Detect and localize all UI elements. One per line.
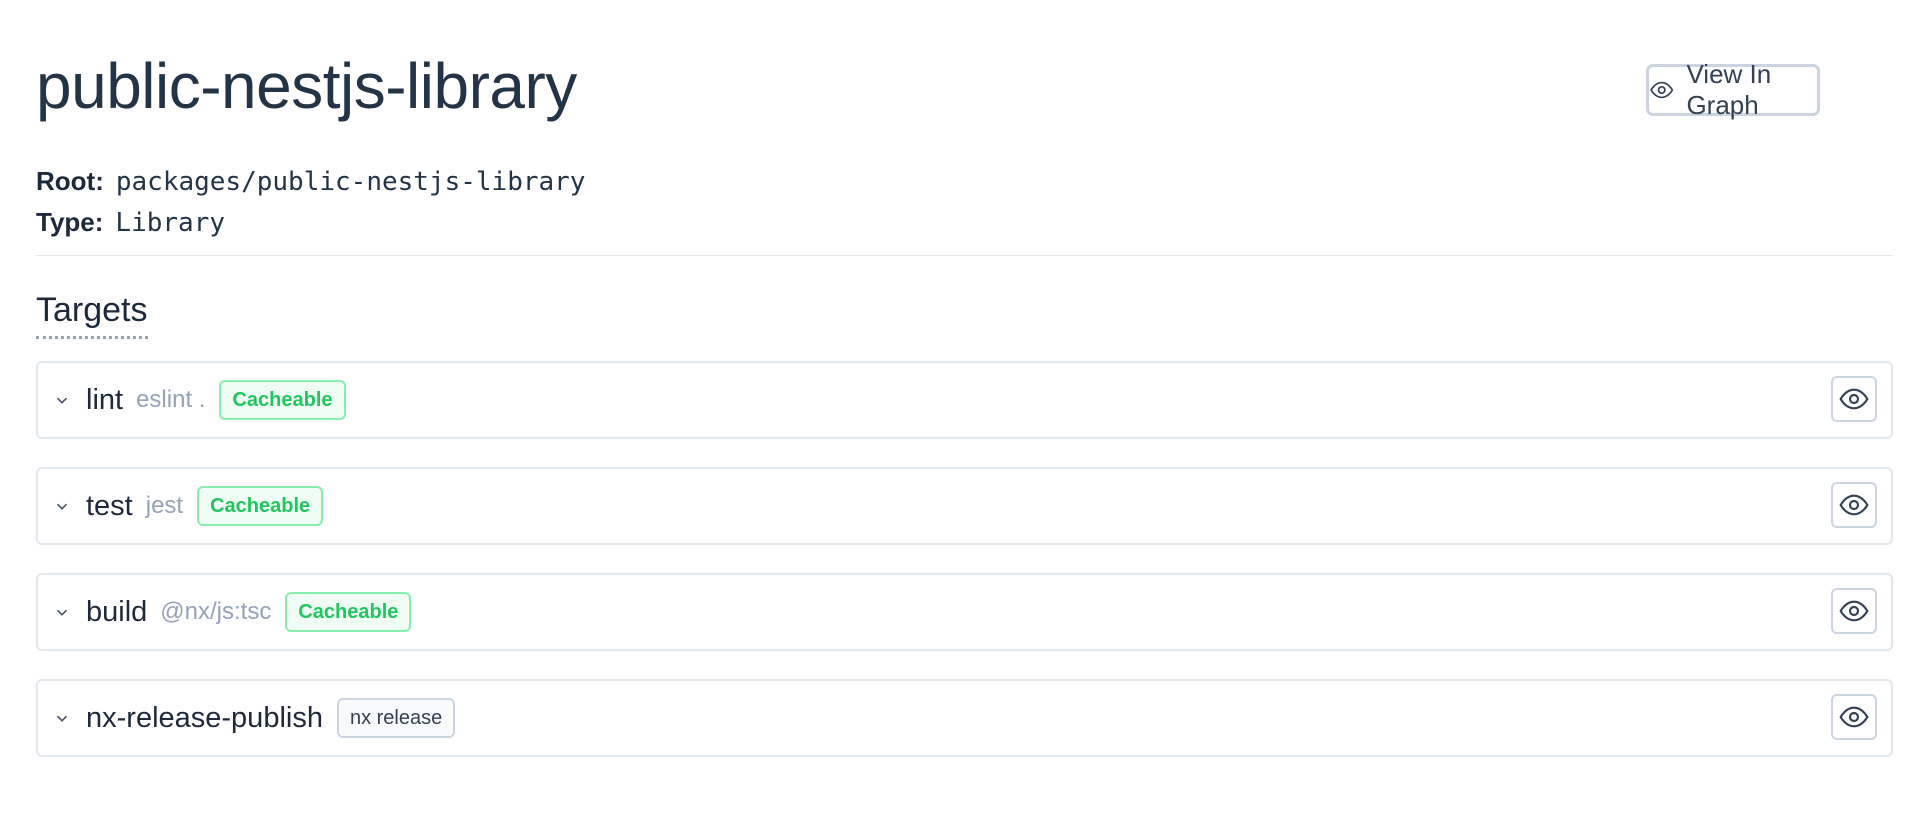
divider [36, 255, 1893, 256]
target-card-lint[interactable]: lint eslint . Cacheable [36, 361, 1893, 439]
cacheable-badge: Cacheable [197, 486, 324, 526]
target-card-test[interactable]: test jest Cacheable [36, 467, 1893, 545]
view-target-button[interactable] [1831, 376, 1877, 422]
root-value: packages/public-nestjs-library [115, 167, 586, 197]
targets-heading: Targets [36, 288, 148, 339]
target-card-build[interactable]: build @nx/js:tsc Cacheable [36, 573, 1893, 651]
chevron-down-icon[interactable] [52, 708, 72, 728]
target-command: @nx/js:tsc [160, 598, 272, 625]
eye-icon [1839, 706, 1869, 728]
target-command: jest [145, 492, 184, 519]
nx-release-badge: nx release [336, 698, 456, 738]
root-label: Root: [36, 166, 104, 196]
target-card-nx-release-publish[interactable]: nx-release-publish nx release [36, 679, 1893, 757]
eye-icon [1650, 81, 1674, 99]
type-label: Type: [36, 207, 104, 237]
view-target-button[interactable] [1831, 694, 1877, 740]
eye-icon [1839, 388, 1869, 410]
root-row: Root: packages/public-nestjs-library [36, 163, 585, 200]
cacheable-badge: Cacheable [219, 380, 346, 420]
cacheable-badge: Cacheable [285, 592, 412, 632]
eye-icon [1839, 494, 1869, 516]
target-name: lint [86, 383, 124, 416]
type-value: Library [115, 208, 225, 238]
target-name: test [86, 489, 133, 522]
type-row: Type: Library [36, 204, 225, 241]
view-in-graph-label: View In Graph [1686, 59, 1772, 120]
view-target-button[interactable] [1831, 482, 1877, 528]
chevron-down-icon[interactable] [52, 496, 72, 516]
eye-icon [1839, 600, 1869, 622]
page-title: public-nestjs-library [36, 50, 577, 122]
target-name: nx-release-publish [86, 701, 323, 734]
view-in-graph-button[interactable]: View In Graph [1646, 59, 1820, 120]
project-details-page: public-nestjs-library View In Graph Root… [0, 0, 1920, 817]
target-name: build [86, 595, 148, 628]
chevron-down-icon[interactable] [52, 602, 72, 622]
chevron-down-icon[interactable] [52, 390, 72, 410]
target-command: eslint . [136, 386, 206, 413]
view-target-button[interactable] [1831, 588, 1877, 634]
